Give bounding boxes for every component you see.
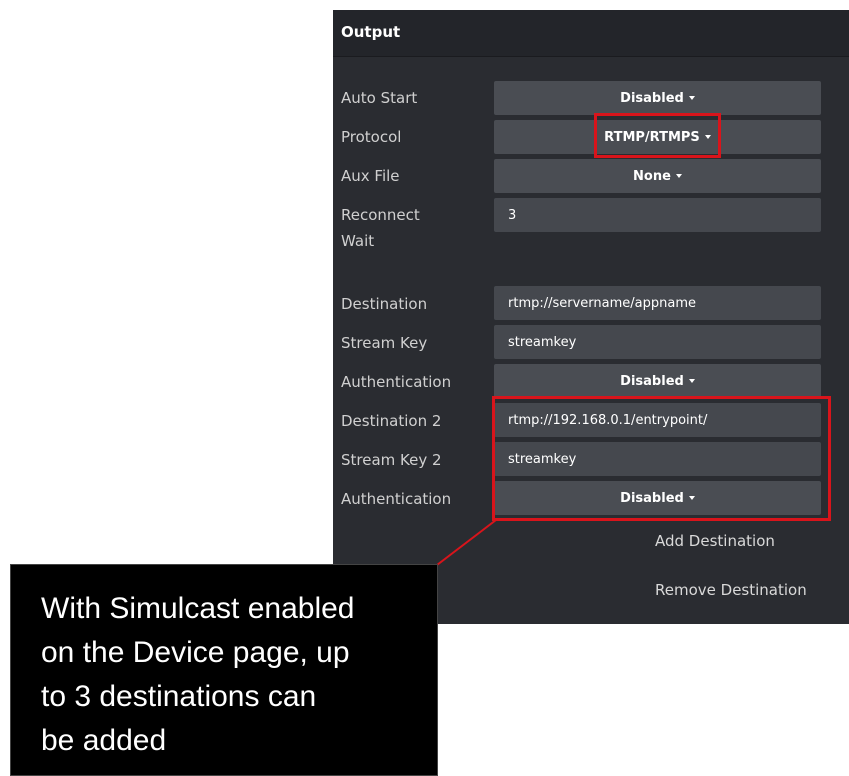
destination-2-input[interactable]: rtmp://192.168.0.1/entrypoint/: [494, 403, 821, 437]
reconnect-wait-input[interactable]: 3: [494, 198, 821, 232]
caret-down-icon: [675, 174, 682, 178]
reconnect-wait-label-line1: Reconnect: [341, 206, 420, 224]
reconnect-wait-value: 3: [508, 207, 517, 223]
simulcast-callout: With Simulcast enabled on the Device pag…: [10, 564, 438, 776]
callout-line: be added: [41, 724, 167, 757]
caret-down-icon: [688, 379, 695, 383]
auto-start-value: Disabled: [620, 90, 684, 106]
stream-key-input[interactable]: streamkey: [494, 325, 821, 359]
output-panel: Output Auto Start Disabled Protocol RTMP…: [333, 10, 849, 624]
caret-down-icon: [688, 496, 695, 500]
stream-key-label: Stream Key: [341, 334, 428, 352]
reconnect-wait-label-line2: Wait: [341, 232, 375, 250]
auto-start-label: Auto Start: [341, 89, 418, 107]
stream-key-2-value: streamkey: [508, 451, 577, 467]
authentication-value: Disabled: [620, 373, 684, 389]
screenshot-stage: Output Auto Start Disabled Protocol RTMP…: [0, 0, 849, 776]
stream-key-value: streamkey: [508, 334, 577, 350]
stream-key-2-input[interactable]: streamkey: [494, 442, 821, 476]
destination-value: rtmp://servername/appname: [508, 295, 697, 311]
callout-line: on the Device page, up: [41, 636, 350, 669]
authentication-2-dropdown[interactable]: Disabled: [494, 481, 821, 515]
protocol-dropdown[interactable]: RTMP/RTMPS: [494, 120, 821, 154]
authentication-2-label: Authentication: [341, 490, 452, 508]
aux-file-label: Aux File: [341, 167, 400, 185]
destination-2-value: rtmp://192.168.0.1/entrypoint/: [508, 412, 708, 428]
panel-header: Output: [333, 10, 849, 57]
authentication-2-value: Disabled: [620, 490, 684, 506]
callout-line: to 3 destinations can: [41, 680, 317, 713]
remove-destination-button[interactable]: Remove Destination: [655, 581, 807, 599]
aux-file-dropdown[interactable]: None: [494, 159, 821, 193]
destination-label: Destination: [341, 295, 428, 313]
caret-down-icon: [688, 96, 695, 100]
authentication-dropdown[interactable]: Disabled: [494, 364, 821, 398]
protocol-label: Protocol: [341, 128, 402, 146]
authentication-label: Authentication: [341, 373, 452, 391]
stream-key-2-label: Stream Key 2: [341, 451, 442, 469]
add-destination-button[interactable]: Add Destination: [655, 532, 775, 550]
caret-down-icon: [704, 135, 711, 139]
destination-2-label: Destination 2: [341, 412, 442, 430]
auto-start-dropdown[interactable]: Disabled: [494, 81, 821, 115]
aux-file-value: None: [633, 168, 671, 184]
protocol-value: RTMP/RTMPS: [604, 129, 700, 145]
panel-title: Output: [341, 23, 401, 41]
callout-line: With Simulcast enabled: [41, 592, 355, 625]
destination-input[interactable]: rtmp://servername/appname: [494, 286, 821, 320]
